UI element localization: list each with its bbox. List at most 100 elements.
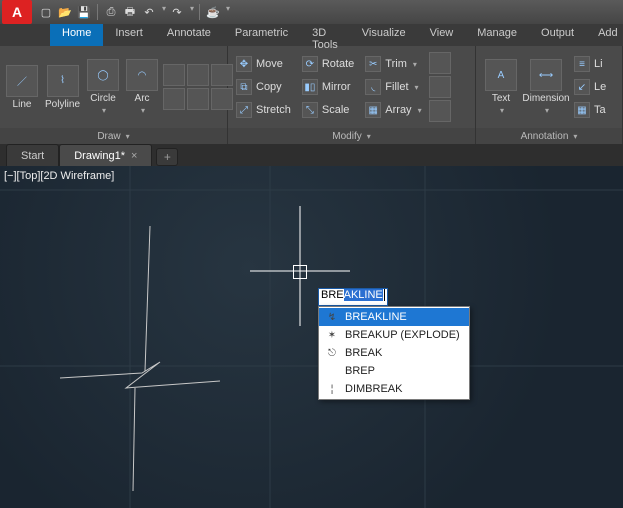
array-label: Array [385, 104, 411, 116]
line-label: Line [13, 99, 32, 110]
command-input-wrap: BREAKLINE [318, 288, 388, 306]
line-button[interactable]: ／ Line [4, 63, 40, 112]
stretch-label: Stretch [256, 104, 291, 116]
autocomplete-item[interactable]: BREP [319, 362, 469, 380]
spline-icon[interactable] [187, 64, 209, 86]
autocomplete-item[interactable]: ¦ DIMBREAK [319, 380, 469, 398]
leader-label: Le [594, 81, 606, 93]
polyline-button[interactable]: ⌇ Polyline [43, 63, 82, 112]
arc-icon: ◠ [126, 59, 158, 91]
hatch-icon[interactable] [163, 88, 185, 110]
mirror-icon: ▮▯ [302, 79, 318, 95]
array-button[interactable]: ▦Array▾ [361, 99, 425, 121]
explode-icon[interactable] [429, 52, 451, 74]
offset-icon[interactable] [429, 100, 451, 122]
qat-saveas-icon[interactable]: ⎙ [103, 4, 119, 20]
crosshair-pickbox [293, 265, 307, 279]
qat-undo-icon[interactable]: ↶ [141, 4, 157, 20]
text-caret [384, 289, 385, 301]
dimension-button[interactable]: ⟷ Dimension ▾ [525, 57, 567, 117]
autocomplete-label: BREP [345, 365, 375, 377]
qat-plot-icon[interactable]: 🖶 [122, 4, 138, 20]
qat-redo-icon[interactable]: ↷ [169, 4, 185, 20]
point-icon[interactable] [187, 88, 209, 110]
chevron-down-icon[interactable]: ▾ [226, 4, 230, 20]
scale-label: Scale [322, 104, 350, 116]
dimbreak-icon: ¦ [325, 382, 339, 396]
file-tab-drawing1[interactable]: Drawing1* × [59, 144, 152, 166]
circle-label: Circle [90, 93, 116, 104]
autocomplete-item[interactable]: ⎋ BREAK [319, 344, 469, 362]
chevron-down-icon: ▾ [102, 106, 106, 115]
rotate-button[interactable]: ⟳Rotate [298, 53, 358, 75]
chevron-down-icon[interactable]: ▾ [162, 4, 166, 20]
autocomplete-label: DIMBREAK [345, 383, 402, 395]
tab-add[interactable]: Add [586, 24, 623, 46]
add-tab-button[interactable]: + [156, 148, 178, 166]
trim-label: Trim [385, 58, 407, 70]
panel-title-label: Draw [97, 131, 120, 142]
autocomplete-label: BREAKUP (EXPLODE) [345, 329, 460, 341]
chevron-down-icon[interactable]: ▾ [190, 4, 194, 20]
panel-title-modify[interactable]: Modify ▾ [228, 128, 475, 144]
move-button[interactable]: ✥Move [232, 53, 295, 75]
copy-button[interactable]: ⧉ Copy [232, 76, 295, 98]
text-button[interactable]: A Text ▾ [480, 57, 522, 117]
app-icon[interactable]: A [2, 0, 32, 24]
stretch-button[interactable]: ⤢Stretch [232, 99, 295, 121]
tab-visualize[interactable]: Visualize [350, 24, 418, 46]
drawing-canvas[interactable]: [−][Top][2D Wireframe] BREAKLINE [0, 166, 623, 508]
command-input[interactable]: BREAKLINE [318, 288, 388, 306]
tab-output[interactable]: Output [529, 24, 586, 46]
tab-parametric[interactable]: Parametric [223, 24, 300, 46]
panel-annotation: A Text ▾ ⟷ Dimension ▾ ≡Li ↙Le ▦Ta Annot… [476, 46, 623, 144]
copy-label: Copy [256, 81, 282, 93]
qat-save-icon[interactable]: 💾 [76, 4, 92, 20]
circle-button[interactable]: ◯ Circle ▾ [85, 57, 121, 117]
viewport-label[interactable]: [−][Top][2D Wireframe] [4, 170, 114, 182]
breakline-icon: ↯ [325, 310, 339, 324]
drawing-content [0, 166, 623, 508]
qat-teapot-icon[interactable]: ☕ [205, 4, 221, 20]
autocomplete-item[interactable]: ↯ BREAKLINE [319, 308, 469, 326]
rect-icon[interactable] [163, 64, 185, 86]
tab-3dtools[interactable]: 3D Tools [300, 24, 350, 46]
trim-button[interactable]: ✂Trim▾ [361, 53, 425, 75]
panel-title-draw[interactable]: Draw ▾ [0, 128, 227, 144]
scale-button[interactable]: ⤡Scale [298, 99, 358, 121]
file-tabs: Start Drawing1* × + [0, 144, 623, 166]
erase-icon[interactable] [429, 76, 451, 98]
tab-insert[interactable]: Insert [103, 24, 155, 46]
tab-home[interactable]: Home [50, 24, 103, 46]
tab-view[interactable]: View [418, 24, 466, 46]
file-tab-start[interactable]: Start [6, 144, 59, 166]
panel-title-annotation[interactable]: Annotation ▾ [476, 128, 622, 144]
table-button[interactable]: ▦Ta [570, 99, 610, 121]
fillet-button[interactable]: ◟Fillet▾ [361, 76, 425, 98]
arc-button[interactable]: ◠ Arc ▾ [124, 57, 160, 117]
dimension-icon: ⟷ [530, 59, 562, 91]
tab-annotate[interactable]: Annotate [155, 24, 223, 46]
tab-manage[interactable]: Manage [465, 24, 529, 46]
linetype-button[interactable]: ≡Li [570, 53, 610, 75]
table-icon: ▦ [574, 102, 590, 118]
chevron-down-icon: ▾ [141, 106, 145, 115]
qat-new-icon[interactable]: ▢ [38, 4, 54, 20]
chevron-down-icon: ▾ [415, 83, 419, 92]
mirror-button[interactable]: ▮▯ Mirror [298, 76, 358, 98]
chevron-down-icon: ▾ [126, 132, 130, 141]
leader-button[interactable]: ↙Le [570, 76, 610, 98]
chevron-down-icon: ▾ [413, 60, 417, 69]
linetype-icon: ≡ [574, 56, 590, 72]
fillet-label: Fillet [385, 81, 408, 93]
copy-icon: ⧉ [236, 79, 252, 95]
close-icon[interactable]: × [131, 150, 137, 162]
mirror-label: Mirror [322, 81, 351, 93]
autocomplete-item[interactable]: ✶ BREAKUP (EXPLODE) [319, 326, 469, 344]
qat-open-icon[interactable]: 📂 [57, 4, 73, 20]
line-icon: ／ [6, 65, 38, 97]
file-tab-label: Drawing1* [74, 150, 125, 162]
text-icon: A [485, 59, 517, 91]
draw-extra-palette [163, 64, 233, 110]
text-label: Text [492, 93, 510, 104]
